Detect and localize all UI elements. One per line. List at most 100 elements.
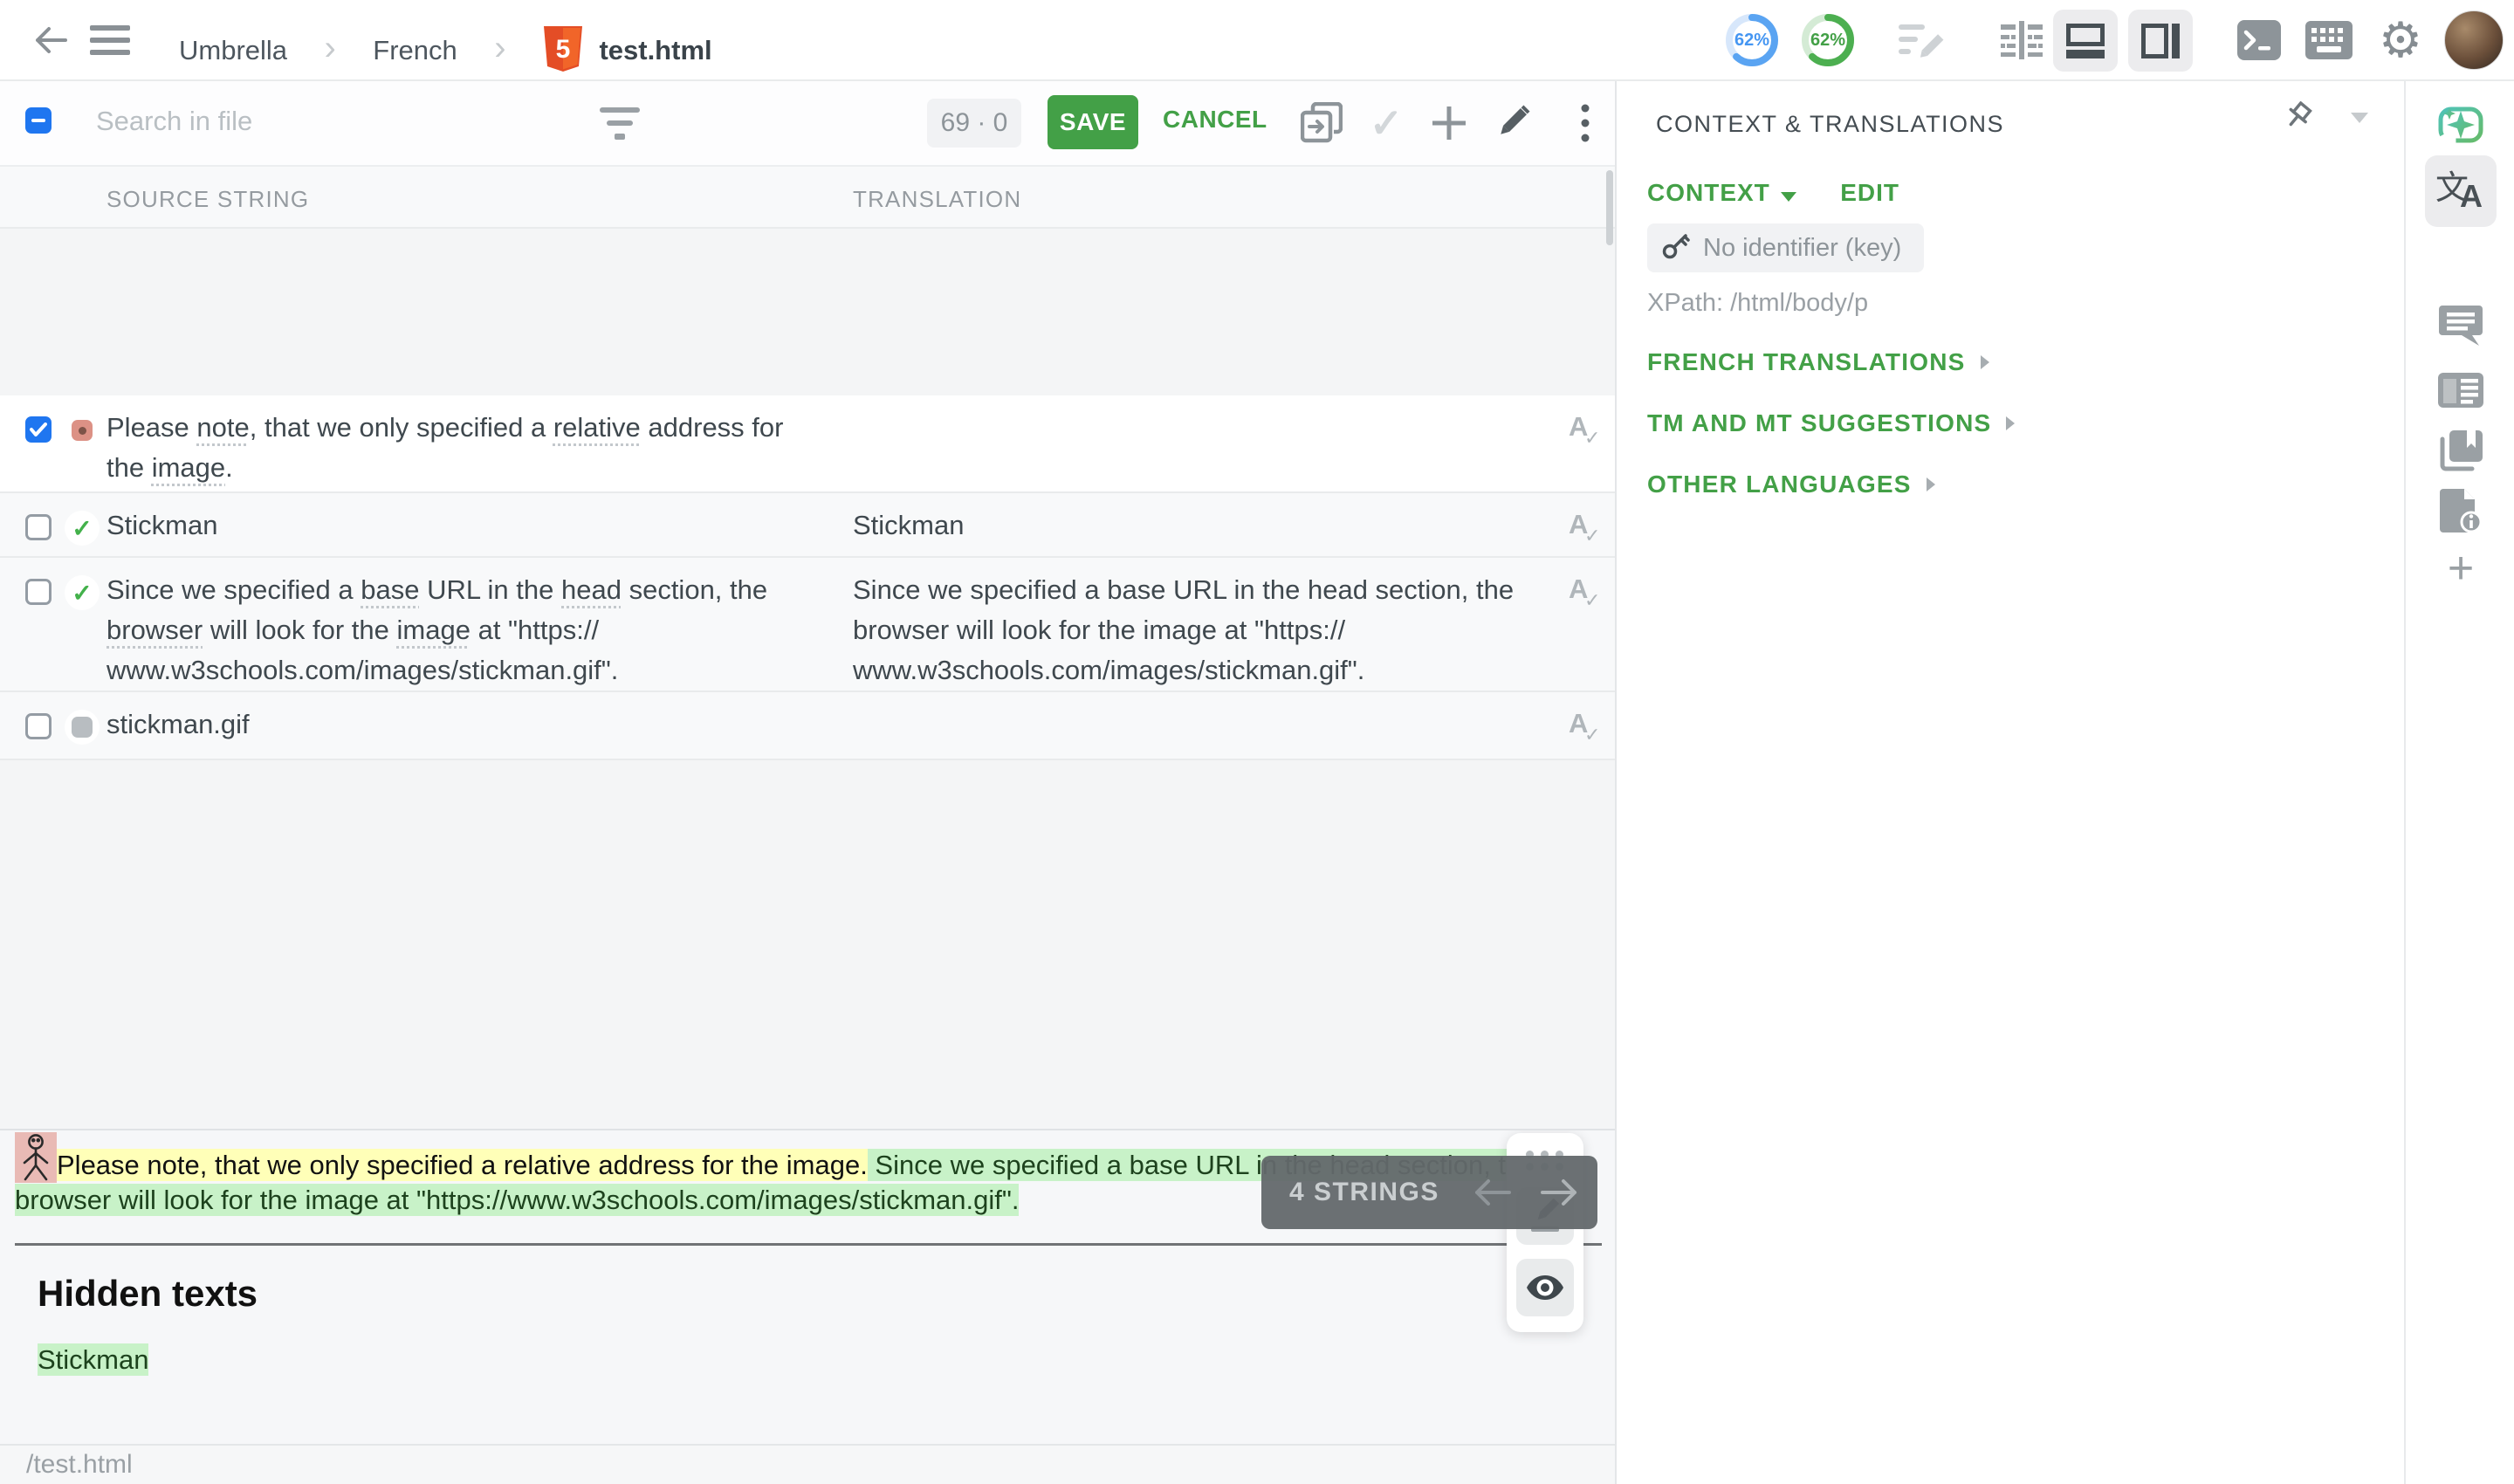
row-checkbox[interactable] bbox=[25, 416, 52, 443]
row-checkbox[interactable] bbox=[25, 713, 52, 739]
spellcheck-language-icon[interactable]: A✓ bbox=[1567, 411, 1605, 450]
menu-button[interactable] bbox=[89, 23, 131, 58]
edit-string-button[interactable] bbox=[1489, 99, 1535, 148]
row-checkbox[interactable] bbox=[25, 514, 52, 540]
breadcrumb-project[interactable]: Umbrella bbox=[179, 35, 287, 65]
kebab-menu-icon bbox=[1581, 104, 1590, 142]
sidebar-section-tm-and-mt-suggestions[interactable]: TM AND MT SUGGESTIONS bbox=[1647, 408, 2016, 439]
add-string-button[interactable] bbox=[1426, 99, 1472, 148]
unpin-panel-button[interactable] bbox=[2278, 97, 2320, 139]
highlighted-source-current[interactable]: Please note, that we only specified a re… bbox=[57, 1149, 868, 1181]
view-right-panel-button[interactable] bbox=[2128, 10, 2193, 72]
row-checkbox[interactable] bbox=[25, 579, 52, 605]
cancel-button[interactable]: CANCEL bbox=[1163, 106, 1267, 134]
approved-progress-ring: 62% bbox=[1800, 12, 1856, 68]
html5-file-icon: 5 bbox=[543, 26, 583, 72]
back-button[interactable] bbox=[31, 21, 70, 59]
search-input[interactable]: Search in file bbox=[96, 106, 252, 137]
caret-down-icon bbox=[1781, 192, 1796, 202]
save-button[interactable]: SAVE bbox=[1048, 95, 1138, 149]
back-arrow-icon bbox=[34, 25, 67, 55]
console-button[interactable] bbox=[2235, 17, 2284, 63]
term-underline: browser bbox=[106, 615, 203, 645]
copy-arrow-icon bbox=[1301, 102, 1343, 144]
spellcheck-language-icon[interactable]: A✓ bbox=[1567, 708, 1605, 746]
source-string-text: Please note, that we only specified a re… bbox=[106, 408, 831, 488]
terminal-icon bbox=[2237, 20, 2281, 60]
source-string-text: Since we specified a base URL in the hea… bbox=[106, 570, 831, 690]
file-info-tab[interactable] bbox=[2406, 486, 2514, 535]
translations-tab-active[interactable]: 文A bbox=[2425, 155, 2497, 227]
side-by-side-view-icon bbox=[2001, 21, 2043, 59]
breadcrumb-file: test.html bbox=[599, 35, 711, 65]
sidebar-section-french-translations[interactable]: FRENCH TRANSLATIONS bbox=[1647, 347, 1990, 378]
approve-button[interactable]: ✓ bbox=[1363, 99, 1409, 148]
filter-button[interactable] bbox=[595, 102, 644, 146]
draft-edits-button[interactable] bbox=[1896, 19, 1948, 65]
pin-off-icon bbox=[2283, 101, 2316, 134]
string-row[interactable]: ✓StickmanStickmanA✓ bbox=[0, 493, 1615, 558]
plus-icon bbox=[1431, 105, 1467, 141]
context-sidebar: CONTEXT & TRANSLATIONS CONTEXT EDIT No i… bbox=[1615, 81, 2404, 1484]
list-pencil-icon bbox=[1899, 21, 1946, 63]
translated-progress-ring: 62% bbox=[1724, 12, 1780, 68]
next-page-button[interactable] bbox=[1539, 1171, 1581, 1213]
previous-page-button[interactable] bbox=[1471, 1171, 1513, 1213]
shortcuts-button[interactable] bbox=[2303, 19, 2355, 61]
chevron-right-icon bbox=[2005, 416, 2016, 431]
top-bar: Umbrella › French › 5 test.html 62% bbox=[0, 0, 2514, 81]
comment-icon bbox=[2439, 306, 2483, 346]
stickman-image[interactable] bbox=[15, 1132, 57, 1183]
translated-status-icon: ✓ bbox=[65, 511, 100, 546]
highlighted-source-translated-2[interactable]: browser will look for the image at "http… bbox=[15, 1184, 1019, 1216]
sidebar-section-other-languages[interactable]: OTHER LANGUAGES bbox=[1647, 469, 1936, 500]
string-row[interactable]: Please note, that we only specified a re… bbox=[0, 395, 1615, 493]
select-all-checkbox[interactable] bbox=[25, 107, 52, 134]
string-list: SOURCE STRING TRANSLATION Please note, t… bbox=[0, 167, 1615, 1129]
spellcheck-language-icon[interactable]: A✓ bbox=[1567, 509, 1605, 547]
term-underline: image bbox=[397, 615, 471, 645]
view-side-by-side-button[interactable] bbox=[1997, 17, 2046, 63]
filter-icon bbox=[600, 106, 640, 142]
more-options-button[interactable] bbox=[1568, 99, 1603, 148]
chevron-right-icon: › bbox=[494, 29, 505, 67]
collapse-panel-button[interactable] bbox=[2346, 107, 2373, 128]
chevron-right-icon bbox=[1926, 477, 1936, 492]
glossary-tab[interactable] bbox=[2406, 427, 2514, 476]
ai-assistant-button[interactable] bbox=[2406, 100, 2514, 149]
preview-divider bbox=[15, 1243, 1602, 1246]
card-icon bbox=[2438, 373, 2483, 408]
file-path: /test.html bbox=[26, 1450, 133, 1480]
edit-context-button[interactable]: EDIT bbox=[1840, 179, 1899, 206]
settings-button[interactable]: ⚙ bbox=[2373, 12, 2428, 68]
file-toolbar: Search in file 69 · 0 SAVE CANCEL ✓ bbox=[0, 81, 1615, 167]
arrow-left-icon bbox=[1473, 1178, 1511, 1207]
breadcrumb-language[interactable]: French bbox=[373, 35, 457, 65]
copy-source-button[interactable] bbox=[1297, 99, 1346, 148]
approved-percent: 62% bbox=[1800, 12, 1856, 68]
context-tab[interactable] bbox=[2406, 366, 2514, 415]
highlighted-hidden-string[interactable]: Stickman bbox=[38, 1343, 148, 1376]
string-row[interactable]: ✓Since we specified a base URL in the he… bbox=[0, 558, 1615, 692]
translation-text: Stickman bbox=[853, 505, 1542, 546]
identifier-chip[interactable]: No identifier (key) bbox=[1647, 223, 1924, 272]
preview-visibility-button[interactable] bbox=[1516, 1259, 1574, 1316]
spellcheck-language-icon[interactable]: A✓ bbox=[1567, 574, 1605, 612]
arrow-right-icon bbox=[1541, 1178, 1579, 1207]
add-panel-button[interactable]: + bbox=[2406, 542, 2514, 594]
editor-window: Umbrella › French › 5 test.html 62% bbox=[0, 0, 2514, 1484]
list-scrollbar[interactable] bbox=[1606, 170, 1613, 245]
avatar[interactable] bbox=[2444, 10, 2504, 70]
view-bottom-panel-button[interactable] bbox=[2053, 10, 2118, 72]
list-header: SOURCE STRING TRANSLATION bbox=[0, 167, 1615, 229]
book-bookmark-icon bbox=[2439, 430, 2483, 472]
comments-tab[interactable] bbox=[2406, 301, 2514, 350]
keyboard-icon bbox=[2305, 21, 2353, 59]
string-row[interactable]: stickman.gifA✓ bbox=[0, 692, 1615, 760]
term-underline: image bbox=[152, 452, 225, 483]
context-dropdown[interactable]: CONTEXT bbox=[1647, 179, 1770, 206]
hamburger-icon bbox=[90, 25, 130, 31]
svg-text:5: 5 bbox=[556, 35, 571, 64]
file-info-icon bbox=[2440, 489, 2482, 532]
stickman-drawing bbox=[15, 1132, 57, 1183]
